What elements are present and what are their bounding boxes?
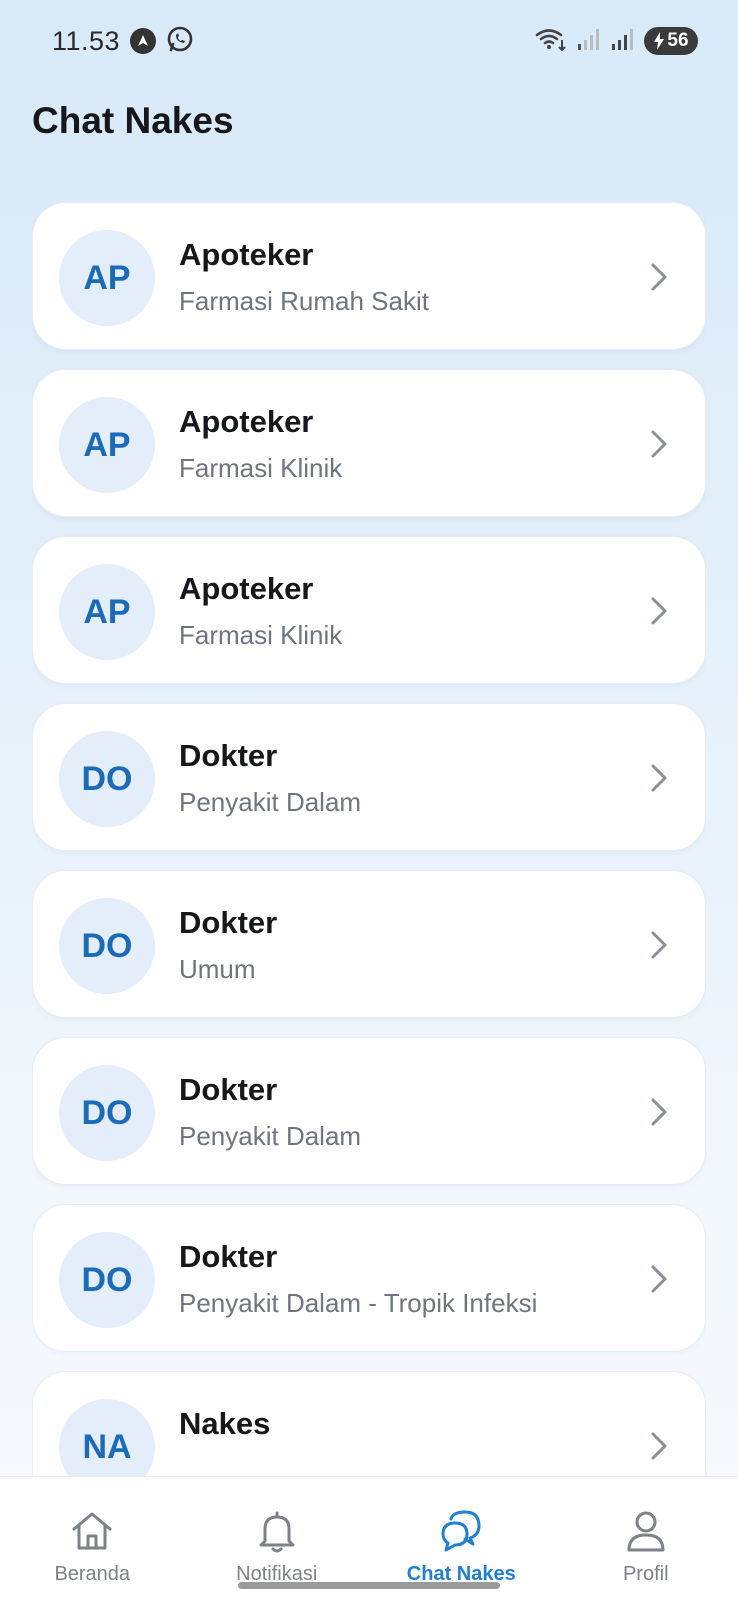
contact-role: Apoteker — [179, 571, 314, 606]
contact-specialty: Umum — [179, 954, 256, 984]
contact-text: Apoteker Farmasi Klinik — [179, 404, 342, 484]
contact-specialty: Penyakit Dalam — [179, 787, 362, 817]
contact-text: Apoteker Farmasi Klinik — [179, 571, 342, 651]
contact-role: Dokter — [179, 1239, 278, 1274]
chevron-right-icon — [651, 1432, 667, 1460]
chevron-right-icon — [651, 1098, 667, 1126]
status-bar: 11.53 56 — [0, 0, 738, 82]
avatar: DO — [59, 731, 155, 827]
nav-item-beranda[interactable]: Beranda — [0, 1477, 185, 1600]
avatar: DO — [59, 1232, 155, 1328]
charging-icon — [654, 32, 665, 50]
contact-text: Nakes — [179, 1406, 270, 1454]
contact-role: Apoteker — [179, 237, 314, 272]
contact-role: Dokter — [179, 738, 278, 773]
contact-specialty: Farmasi Klinik — [179, 620, 343, 650]
contact-specialty: Penyakit Dalam — [179, 1121, 362, 1151]
contact-text: Dokter Penyakit Dalam — [179, 738, 361, 818]
home-icon — [72, 1512, 112, 1550]
contact-card[interactable]: DO Dokter Penyakit Dalam — [32, 1037, 706, 1185]
chevron-right-icon — [651, 1265, 667, 1293]
avatar: DO — [59, 1065, 155, 1161]
contact-card[interactable]: AP Apoteker Farmasi Klinik — [32, 369, 706, 517]
home-indicator[interactable] — [238, 1582, 500, 1589]
contact-specialty: Farmasi Rumah Sakit — [179, 286, 429, 316]
chat-icon — [441, 1510, 481, 1552]
contact-card[interactable]: DO Dokter Penyakit Dalam - Tropik Infeksi — [32, 1204, 706, 1352]
nav-label-profil: Profil — [622, 1563, 669, 1585]
contact-specialty: Penyakit Dalam - Tropik Infeksi — [179, 1288, 538, 1318]
avatar: NA — [59, 1399, 155, 1476]
page-title: Chat Nakes — [32, 100, 234, 141]
contact-text: Dokter Umum — [179, 905, 277, 985]
user-icon — [627, 1511, 665, 1552]
whatsapp-icon — [166, 25, 194, 58]
contact-role: Dokter — [179, 905, 278, 940]
avatar: AP — [59, 564, 155, 660]
contact-role: Apoteker — [179, 404, 314, 439]
contact-card[interactable]: DO Dokter Umum — [32, 870, 706, 1018]
chevron-right-icon — [651, 597, 667, 625]
contact-role: Nakes — [179, 1406, 271, 1441]
contact-card[interactable]: NA Nakes — [32, 1371, 706, 1476]
chevron-right-icon — [651, 263, 667, 291]
chevron-right-icon — [651, 931, 667, 959]
chevron-right-icon — [651, 764, 667, 792]
bell-icon — [259, 1511, 295, 1553]
avatar: AP — [59, 397, 155, 493]
contact-text: Dokter Penyakit Dalam - Tropik Infeksi — [179, 1239, 537, 1319]
avatar: DO — [59, 898, 155, 994]
contact-specialty: Farmasi Klinik — [179, 453, 343, 483]
status-time: 11.53 — [52, 25, 121, 56]
battery-indicator: 56 — [644, 27, 698, 55]
signal-icon — [576, 27, 602, 56]
contact-text: Apoteker Farmasi Rumah Sakit — [179, 237, 429, 317]
chevron-right-icon — [651, 430, 667, 458]
contact-card[interactable]: AP Apoteker Farmasi Rumah Sakit — [32, 202, 706, 350]
wifi-icon — [534, 26, 568, 57]
contact-card[interactable]: DO Dokter Penyakit Dalam — [32, 703, 706, 851]
nav-label-beranda: Beranda — [54, 1563, 131, 1585]
status-left: 11.53 — [52, 25, 194, 58]
status-right: 56 — [534, 26, 698, 57]
contact-card[interactable]: AP Apoteker Farmasi Klinik — [32, 536, 706, 684]
contact-role: Dokter — [179, 1072, 278, 1107]
avatar: AP — [59, 230, 155, 326]
battery-level: 56 — [667, 30, 689, 51]
contact-list[interactable]: AP Apoteker Farmasi Rumah Sakit AP Apoteker F… — [32, 202, 706, 1476]
signal-icon — [610, 27, 636, 56]
nav-item-profil[interactable]: Profil — [554, 1477, 738, 1600]
contact-text: Dokter Penyakit Dalam — [179, 1072, 361, 1152]
navigation-icon — [130, 28, 157, 54]
